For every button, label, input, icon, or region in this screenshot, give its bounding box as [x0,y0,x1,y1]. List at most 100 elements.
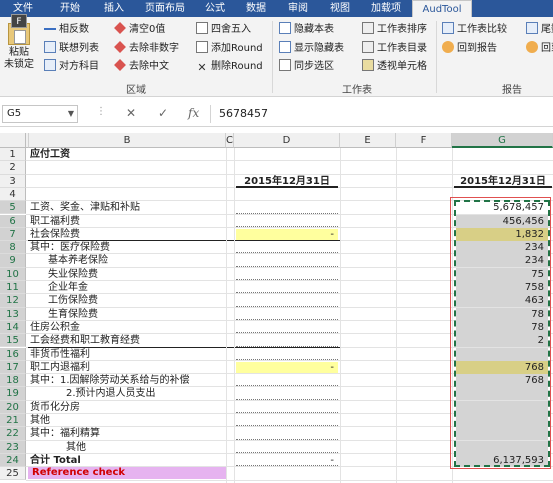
sync-selection-button[interactable]: 同步选区 [279,59,334,75]
reference-check-cell[interactable]: Reference check [28,467,226,480]
table-icon [44,59,56,71]
show-hidden-sheets-button[interactable]: 显示隐藏表 [279,41,344,57]
column-header-g[interactable]: G [452,133,553,148]
tab-review[interactable]: 审阅 [280,0,316,17]
select-all-corner[interactable] [0,133,26,148]
label-cell[interactable]: 住房公积金 [30,321,80,334]
row-header[interactable]: 12 [0,294,26,308]
row-header[interactable]: 15 [0,334,26,348]
row-header[interactable]: 8 [0,241,26,255]
label-cell[interactable]: 其中：医疗保险费 [30,241,110,254]
label-cell[interactable]: 其他 [30,414,50,427]
tab-addins[interactable]: 加载项 [364,0,408,17]
label-cell[interactable]: 合计 Total [30,454,81,467]
column-header-d[interactable]: D [234,133,340,148]
row-header[interactable]: 21 [0,414,26,428]
row-header[interactable]: 3 [0,174,26,188]
input-underline [236,332,338,334]
value-cell-d[interactable]: - [236,228,338,241]
delete-round-button[interactable]: ✕ 删除Round [196,59,262,75]
tail-number-button[interactable]: 尾数 [526,22,553,38]
label-cell[interactable]: 工资、奖金、津贴和补贴 [30,201,140,214]
row-header[interactable]: 4 [0,187,26,202]
chevron-down-icon[interactable]: ▼ [68,106,74,122]
sheet-icon [279,22,291,34]
cancel-icon[interactable]: ✕ [126,106,136,120]
name-box[interactable]: G5 ▼ [2,105,78,123]
row-header[interactable]: 24 [0,453,26,468]
row-header[interactable]: 5 [0,201,26,215]
more-options-icon[interactable]: ⋮ [96,106,106,117]
confirm-icon[interactable]: ✓ [158,106,168,120]
row-header[interactable]: 2 [0,161,26,175]
label-cell[interactable]: 生育保险费 [48,308,98,321]
row-header[interactable]: 10 [0,267,26,281]
row-header[interactable]: 16 [0,347,26,361]
row-header[interactable]: 13 [0,307,26,321]
row-header[interactable]: 1 [0,148,26,162]
row-header[interactable]: 11 [0,281,26,295]
tab-page-layout[interactable]: 页面布局 [138,0,192,17]
label-cell[interactable]: 工伤保险费 [48,294,98,307]
round-button[interactable]: 四舍五入 [196,22,251,38]
formula-input[interactable]: 5678457 [210,105,550,123]
label-cell[interactable]: 职工内退福利 [30,361,90,374]
column-header-b[interactable]: B [29,133,226,148]
label-cell[interactable]: 其中：1.因解除劳动关系给与的补偿 [30,374,190,387]
label-cell[interactable]: 失业保险费 [48,268,98,281]
add-round-button[interactable]: 添加Round [196,41,263,57]
label-cell[interactable]: 其他 [66,441,86,454]
row-header[interactable]: 7 [0,227,26,242]
row-header[interactable]: 23 [0,440,26,454]
contra-account-button[interactable]: 对方科目 [44,59,99,75]
label-cell[interactable]: 2.预计内退人员支出 [66,387,156,400]
worksheet-grid[interactable]: B C D E F G 1 应付工资 2 3 4 5 工资、奖金、津贴和补贴 5,678,45… [0,133,553,483]
row-header[interactable]: 20 [0,400,26,414]
tab-insert[interactable]: 插入 [96,0,132,17]
column-header-e[interactable]: E [340,133,396,148]
label-cell[interactable]: 基本养老保险 [48,254,108,267]
label-cell[interactable]: 应付工资 [30,148,70,161]
compare-sheets-button[interactable]: 工作表比较 [442,22,507,38]
row-header[interactable]: 18 [0,374,26,388]
label-cell[interactable]: 社会保险费 [30,228,80,241]
value-cell-d[interactable]: - [236,361,338,374]
row-header[interactable]: 19 [0,387,26,401]
sort-sheets-button[interactable]: 工作表排序 [362,22,427,38]
column-header-f[interactable]: F [396,133,452,148]
paste-unlocked-button[interactable]: 粘贴 未锁定 [2,23,36,83]
remove-non-numeric-button[interactable]: 去除非数字 [114,41,179,57]
negate-button[interactable]: 相反数 [44,22,89,38]
suggest-list-button[interactable]: 联想列表 [44,41,99,57]
input-underline [236,305,338,307]
label-cell[interactable]: 货币化分房 [30,401,80,414]
row-header[interactable]: 14 [0,320,26,335]
pivot-cell-label: 透视单元格 [377,61,427,72]
label-cell[interactable]: 工会经费和职工教育经费 [30,334,140,347]
tab-data[interactable]: 数据 [238,0,274,17]
round-label: 四舍五入 [211,24,251,35]
label-cell[interactable]: 职工福利费 [30,215,80,228]
remove-chinese-button[interactable]: 去除中文 [114,59,169,75]
tab-audtool[interactable]: AudTool [412,0,472,17]
tab-formulas[interactable]: 公式 [198,0,232,17]
back-to-report-button[interactable]: 回到报告 [442,41,497,57]
label-cell[interactable]: 非货币性福利 [30,348,90,361]
label-cell[interactable]: 企业年金 [48,281,88,294]
back-button[interactable]: 回到 [526,41,553,57]
row-header[interactable]: 17 [0,360,26,375]
row-header[interactable]: 25 [0,467,26,481]
label-cell[interactable]: 其中：福利精算 [30,427,100,440]
insert-function-icon[interactable]: fx [188,106,199,120]
hide-sheet-button[interactable]: 隐藏本表 [279,22,334,38]
sheet-index-button[interactable]: 工作表目录 [362,41,427,57]
row-header[interactable]: 9 [0,254,26,268]
column-header-c[interactable]: C [226,133,234,148]
tab-view[interactable]: 视图 [322,0,358,17]
tab-home[interactable]: 开始 [52,0,88,17]
value-cell-d[interactable]: - [236,454,338,467]
row-header[interactable]: 22 [0,427,26,441]
row-header[interactable]: 6 [0,214,26,228]
clear-zero-button[interactable]: 清空0值 [114,22,165,38]
pivot-cell-button[interactable]: 透视单元格 [362,59,427,75]
